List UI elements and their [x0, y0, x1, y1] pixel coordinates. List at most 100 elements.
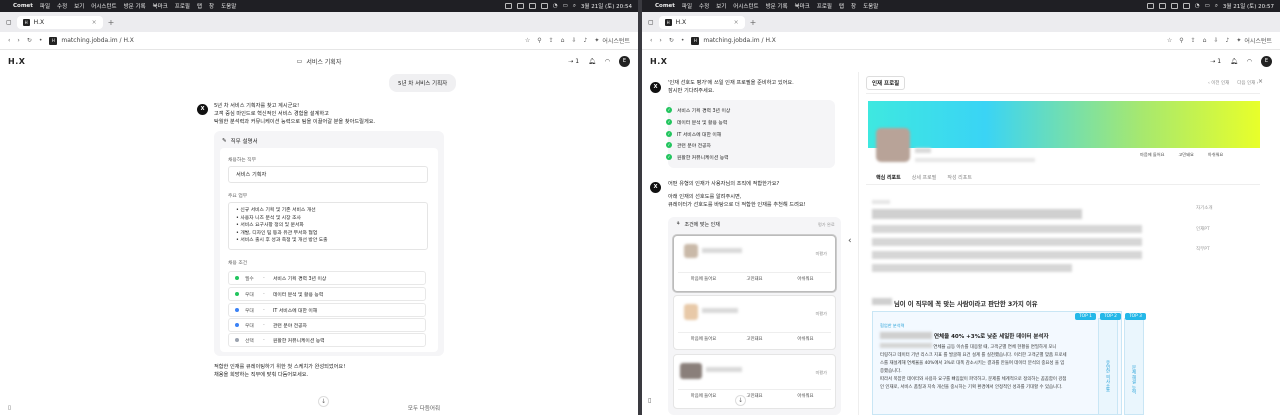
search-icon[interactable]: ⌕	[573, 3, 576, 10]
menu-view[interactable]: 보기	[74, 2, 84, 10]
candidate-card[interactable]: 미평가 마음에 들어요 고민돼요 아쉬워요	[673, 354, 836, 409]
top1-tag[interactable]: TOP 1	[1075, 313, 1096, 320]
menu-help[interactable]: 도움말	[863, 2, 878, 10]
share-icon[interactable]: ⇪	[1191, 37, 1196, 44]
bell-icon[interactable]: 🔔︎	[588, 58, 596, 65]
extension-icon[interactable]: ⌂	[1203, 37, 1207, 44]
profile-panel-tab[interactable]: 인재 프로필	[866, 76, 906, 90]
avatar[interactable]: E	[1261, 55, 1272, 67]
assistant-button[interactable]: ✦ 어시스턴트	[1236, 36, 1272, 45]
scroll-down-icon[interactable]: ↓	[318, 396, 329, 407]
status-icon[interactable]	[540, 3, 548, 9]
close-icon[interactable]: ×	[92, 19, 97, 26]
url-field[interactable]: Hmatching.jobda.im / H.X	[49, 36, 134, 45]
back-icon[interactable]: ‹	[650, 37, 652, 44]
mic-icon[interactable]: •	[681, 37, 685, 44]
condition-row[interactable]: 우대 - 데이터 분석 및 활용 능력	[228, 287, 426, 301]
download-icon[interactable]: ⇩	[571, 37, 576, 44]
sidebar-icon[interactable]: ▯	[648, 397, 651, 404]
menu-tab[interactable]: 탭	[839, 2, 844, 10]
unsure-button[interactable]: 고민돼요	[729, 333, 780, 344]
menu-history[interactable]: 방문 기록	[124, 2, 146, 10]
candidate-card[interactable]: 미평가 마음에 들어요 고민돼요 아쉬워요	[673, 235, 836, 292]
browser-tab[interactable]: H H.X ×	[16, 15, 103, 29]
download-icon[interactable]: ⇩	[1213, 37, 1218, 44]
share-count[interactable]: ⇢ 1	[1210, 58, 1221, 65]
menu-window[interactable]: 창	[851, 2, 856, 10]
bell-icon[interactable]: 🔔︎	[1230, 58, 1238, 65]
menu-help[interactable]: 도움말	[221, 2, 236, 10]
star-icon[interactable]: ☆	[1167, 37, 1172, 44]
status-icon[interactable]	[1182, 3, 1190, 9]
audio-icon[interactable]: ♪	[1226, 37, 1230, 44]
sidebar-toggle-icon[interactable]: ▢	[6, 19, 12, 26]
menu-view[interactable]: 보기	[716, 2, 726, 10]
wifi-icon[interactable]: ◔	[1195, 3, 1200, 9]
share-count[interactable]: ⇢ 1	[568, 58, 579, 65]
prev-candidate-button[interactable]: ‹ 이전 인재	[1208, 80, 1229, 86]
next-candidate-button[interactable]: 다음 인재 ›	[1237, 80, 1258, 86]
search-icon[interactable]: ⌕	[1215, 3, 1218, 10]
unsure-button[interactable]: 고민돼요	[729, 273, 780, 284]
dislike-button[interactable]: 아쉬워요	[780, 333, 831, 344]
menu-file[interactable]: 파일	[682, 2, 692, 10]
menu-bookmarks[interactable]: 북마크	[153, 2, 168, 10]
wifi-icon[interactable]: ◔	[553, 3, 558, 9]
headset-icon[interactable]: ◠	[605, 58, 610, 65]
dislike-button[interactable]: 아쉬워요	[1208, 152, 1223, 158]
avatar[interactable]: E	[619, 55, 630, 67]
unsure-button[interactable]: 고민돼요	[1178, 152, 1193, 158]
menu-history[interactable]: 방문 기록	[766, 2, 788, 10]
menu-bookmarks[interactable]: 북마크	[795, 2, 810, 10]
status-icon[interactable]	[528, 3, 536, 9]
battery-icon[interactable]: ▭	[1205, 3, 1210, 9]
menu-file[interactable]: 파일	[40, 2, 50, 10]
reload-icon[interactable]: ↻	[669, 37, 674, 44]
extension-icon[interactable]: ⌂	[561, 37, 565, 44]
new-tab-icon[interactable]: +	[750, 18, 757, 27]
forward-icon[interactable]: ›	[17, 37, 19, 44]
star-icon[interactable]: ☆	[525, 37, 530, 44]
assistant-button[interactable]: ✦ 어시스턴트	[594, 36, 630, 45]
collapse-panel-icon[interactable]: ‹	[848, 236, 852, 246]
menu-profile[interactable]: 프로필	[817, 2, 832, 10]
url-field[interactable]: Hmatching.jobda.im / H.X	[691, 36, 776, 45]
status-icon[interactable]	[504, 3, 512, 9]
share-icon[interactable]: ⇪	[549, 37, 554, 44]
clock[interactable]: 3월 21일 (토) 20:54	[581, 2, 632, 10]
refine-all-button[interactable]: 모두 다듬어줘	[408, 404, 440, 412]
like-button[interactable]: 마음에 들어요	[678, 333, 729, 344]
condition-row[interactable]: 선택 - 원활한 커뮤니케이션 능력	[228, 333, 426, 347]
audio-icon[interactable]: ♪	[584, 37, 588, 44]
scroll-down-icon[interactable]: ↓	[735, 395, 746, 406]
status-icon[interactable]	[516, 3, 524, 9]
link-icon[interactable]: ⚲	[1179, 37, 1183, 44]
app-logo[interactable]: H.X	[8, 57, 25, 66]
like-button[interactable]: 마음에 들어요	[1140, 152, 1164, 158]
status-icon[interactable]	[1158, 3, 1166, 9]
sidebar-icon[interactable]: ▯	[8, 405, 11, 411]
menu-profile[interactable]: 프로필	[175, 2, 190, 10]
dislike-button[interactable]: 아쉬워요	[780, 390, 831, 401]
sidebar-toggle-icon[interactable]: ▢	[648, 19, 654, 26]
link-icon[interactable]: ⚲	[537, 37, 541, 44]
condition-row[interactable]: 우대 - 관련 분야 전공자	[228, 318, 426, 332]
back-icon[interactable]: ‹	[8, 37, 10, 44]
mic-icon[interactable]: •	[39, 37, 43, 44]
menubar-app-name[interactable]: Comet	[655, 3, 675, 9]
app-logo[interactable]: H.X	[650, 57, 667, 66]
close-icon[interactable]: ×	[734, 19, 739, 26]
like-button[interactable]: 마음에 들어요	[678, 273, 729, 284]
browser-tab[interactable]: H H.X ×	[658, 15, 745, 29]
menu-assistant[interactable]: 어시스턴트	[733, 2, 758, 10]
close-icon[interactable]: ×	[1258, 78, 1263, 85]
menubar-app-name[interactable]: Comet	[13, 3, 33, 9]
menu-tab[interactable]: 탭	[197, 2, 202, 10]
duty-textarea[interactable]: • 신규 서비스 기획 및 기존 서비스 개선 • 사용자 니즈 분석 및 시장…	[228, 202, 428, 250]
condition-row[interactable]: 우대 - IT 서비스에 대한 이해	[228, 303, 426, 317]
menu-window[interactable]: 창	[209, 2, 214, 10]
new-tab-icon[interactable]: +	[108, 18, 115, 27]
like-button[interactable]: 마음에 들어요	[678, 390, 729, 401]
forward-icon[interactable]: ›	[659, 37, 661, 44]
condition-row[interactable]: 필수 - 서비스 기획 경력 3년 이상	[228, 271, 426, 285]
